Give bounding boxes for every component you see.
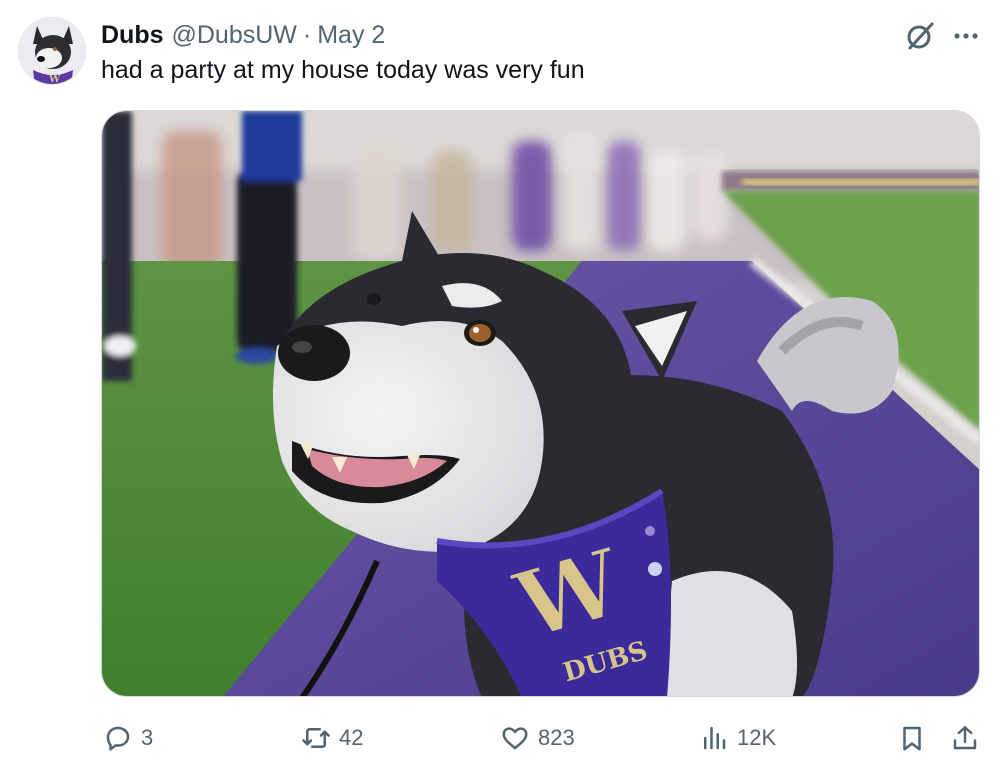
separator-dot: · [302,20,312,49]
reply-button[interactable]: 3 [103,716,153,760]
share-button[interactable] [950,716,980,760]
views-button[interactable]: 12K [699,716,776,760]
tweet: W Dubs @DubsUW · May 2 had a party at my… [0,0,1008,764]
svg-text:W: W [48,74,61,85]
tweet-photo[interactable]: W DUBS [101,110,980,697]
tweet-header: Dubs @DubsUW · May 2 [101,18,385,52]
timestamp[interactable]: May 2 [317,21,385,50]
bookmark-icon [903,726,921,751]
analytics-icon [704,726,726,750]
tweet-actions: 3 42 823 12K [0,716,1008,760]
like-count: 823 [538,725,575,750]
reply-icon [106,726,130,751]
repost-icon [302,728,330,748]
repost-button[interactable]: 42 [301,716,363,760]
repost-count: 42 [339,725,364,750]
display-name[interactable]: Dubs [101,21,164,50]
tweet-text: had a party at my house today was very f… [101,56,585,84]
avatar[interactable]: W [18,17,86,85]
heart-icon [502,727,528,750]
bookmark-button[interactable] [897,716,927,760]
view-count: 12K [737,725,777,750]
share-icon [953,726,977,750]
more-options-icon[interactable] [948,20,984,52]
handle[interactable]: @DubsUW [172,21,297,50]
like-button[interactable]: 823 [500,716,575,760]
reply-count: 3 [141,725,154,750]
grok-icon[interactable] [902,18,938,54]
